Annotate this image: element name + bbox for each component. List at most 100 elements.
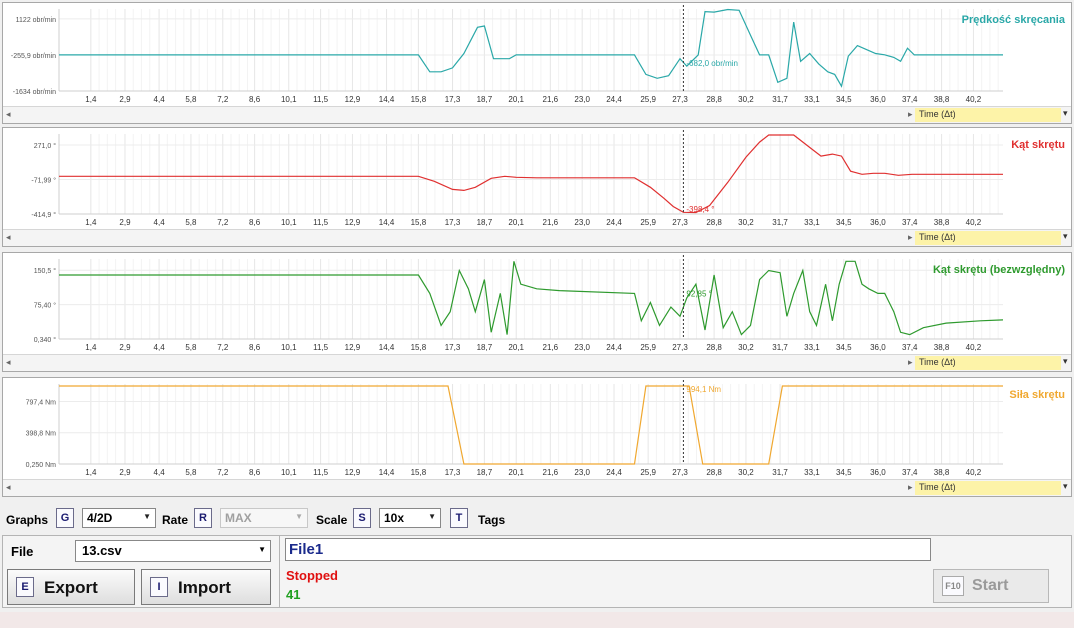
x-tick-label: 27,3 <box>672 343 688 352</box>
export-button-label: Export <box>44 578 98 597</box>
x-tick-label: 33,1 <box>804 218 820 227</box>
chart-scrollbar[interactable]: ◂ ▸ Time (Δt) ▾ <box>3 479 1071 496</box>
x-tick-label: 31,7 <box>772 218 788 227</box>
status-bar <box>0 612 1074 628</box>
x-tick-label: 25,9 <box>640 468 656 477</box>
chevron-down-icon[interactable]: ▾ <box>1063 356 1068 367</box>
tags-shortcut-key[interactable]: T <box>450 508 468 528</box>
file-label: File <box>11 544 34 559</box>
x-tick-label: 37,4 <box>902 218 918 227</box>
chart-scrollbar[interactable]: ◂ ▸ Time (Δt) ▾ <box>3 354 1071 371</box>
x-tick-label: 4,4 <box>154 218 166 227</box>
x-tick-label: 28,8 <box>706 468 722 477</box>
scale-select-value: 10x <box>384 511 405 525</box>
x-tick-label: 1,4 <box>85 468 97 477</box>
x-tick-label: 33,1 <box>804 95 820 104</box>
rate-select[interactable]: MAX ▼ <box>220 508 308 528</box>
x-tick-label: 18,7 <box>477 468 493 477</box>
x-tick-label: 5,8 <box>185 218 197 227</box>
x-tick-label: 40,2 <box>966 218 982 227</box>
x-tick-label: 14,4 <box>379 218 395 227</box>
x-tick-label: 1,4 <box>85 343 97 352</box>
scroll-right-icon[interactable]: ▸ <box>908 109 913 120</box>
x-tick-label: 38,8 <box>934 468 950 477</box>
x-axis-select[interactable]: Time (Δt) <box>915 108 1061 122</box>
x-tick-label: 27,3 <box>672 218 688 227</box>
x-axis-select[interactable]: Time (Δt) <box>915 481 1061 495</box>
start-button[interactable]: F10 Start <box>933 569 1049 603</box>
y-tick-label: 75,40 ° <box>34 302 56 310</box>
graphs-shortcut-key[interactable]: G <box>56 508 74 528</box>
x-tick-label: 17,3 <box>445 95 461 104</box>
x-tick-label: 5,8 <box>185 468 197 477</box>
x-tick-label: 25,9 <box>640 95 656 104</box>
import-button[interactable]: I Import <box>141 569 271 605</box>
status-text: Stopped <box>286 568 338 583</box>
chevron-down-icon[interactable]: ▾ <box>1063 481 1068 492</box>
x-tick-label: 11,5 <box>313 95 329 104</box>
series-line <box>59 260 1004 336</box>
x-tick-label: 1,4 <box>85 95 97 104</box>
x-tick-label: 11,5 <box>313 343 329 352</box>
chart-panel-torque: 1,4 2,9 4,4 5,8 7,2 8,6 10,1 11,5 12,9 14,4 15,8 17… <box>2 377 1072 497</box>
import-button-label: Import <box>178 578 231 597</box>
chart-scrollbar[interactable]: ◂ ▸ Time (Δt) ▾ <box>3 106 1071 123</box>
series-line <box>59 134 1003 214</box>
x-tick-label: 8,6 <box>249 343 261 352</box>
scale-select[interactable]: 10x ▼ <box>379 508 441 528</box>
x-tick-label: 21,6 <box>543 343 559 352</box>
chevron-down-icon[interactable]: ▾ <box>1063 108 1068 119</box>
x-tick-label: 14,4 <box>379 95 395 104</box>
x-tick-label: 38,8 <box>934 95 950 104</box>
scroll-left-icon[interactable]: ◂ <box>6 232 11 243</box>
cursor-value-label: -682,0 obr/min <box>686 59 738 68</box>
x-tick-label: 30,2 <box>738 343 754 352</box>
y-tick-label: 271,0 ° <box>34 142 56 150</box>
x-tick-label: 25,9 <box>640 218 656 227</box>
x-axis-select[interactable]: Time (Δt) <box>915 356 1061 370</box>
graphs-select[interactable]: 4/2D ▼ <box>82 508 156 528</box>
x-tick-label: 7,2 <box>217 343 229 352</box>
x-tick-label: 17,3 <box>445 468 461 477</box>
x-axis-select[interactable]: Time (Δt) <box>915 231 1061 245</box>
series-line <box>59 385 1003 465</box>
scroll-left-icon[interactable]: ◂ <box>6 482 11 493</box>
scroll-right-icon[interactable]: ▸ <box>908 482 913 493</box>
y-tick-label: 797,4 Nm <box>26 399 57 406</box>
chart-panel-absolute-angle: 1,4 2,9 4,4 5,8 7,2 8,6 10,1 11,5 12,9 14,4 15,8 17… <box>2 252 1072 372</box>
x-tick-label: 20,1 <box>508 468 524 477</box>
x-tick-label: 38,8 <box>934 218 950 227</box>
y-tick-label: 0,250 Nm <box>26 462 57 469</box>
scale-shortcut-key[interactable]: S <box>353 508 371 528</box>
x-tick-label: 1,4 <box>85 218 97 227</box>
file-select[interactable]: 13.csv ▼ <box>75 540 271 562</box>
cursor-value-label: 994,1 Nm <box>686 385 721 394</box>
scroll-left-icon[interactable]: ◂ <box>6 109 11 120</box>
x-tick-label: 8,6 <box>249 468 261 477</box>
y-tick-label: 398,8 Nm <box>26 431 57 438</box>
cursor-value-label: 92,85 ° <box>686 290 711 299</box>
rate-shortcut-key[interactable]: R <box>194 508 212 528</box>
export-button[interactable]: E Export <box>7 569 135 605</box>
start-button-label: Start <box>972 577 1009 594</box>
x-tick-label: 30,2 <box>738 218 754 227</box>
export-shortcut-key: E <box>16 577 34 597</box>
x-tick-label: 33,1 <box>804 343 820 352</box>
x-tick-label: 4,4 <box>154 468 166 477</box>
x-tick-label: 11,5 <box>313 218 329 227</box>
x-tick-label: 40,2 <box>966 343 982 352</box>
x-tick-label: 17,3 <box>445 218 461 227</box>
scroll-right-icon[interactable]: ▸ <box>908 357 913 368</box>
x-tick-label: 2,9 <box>119 343 131 352</box>
x-tick-label: 38,8 <box>934 343 950 352</box>
chart-scrollbar[interactable]: ◂ ▸ Time (Δt) ▾ <box>3 229 1071 246</box>
chevron-down-icon[interactable]: ▾ <box>1063 231 1068 242</box>
x-tick-label: 18,7 <box>477 218 493 227</box>
chart-panel-rotation-speed: 1,4 2,9 4,4 5,8 7,2 8,6 10,1 11,5 12,9 14,4 15,8 17… <box>2 2 1072 124</box>
chart-absolute-angle: 1,4 2,9 4,4 5,8 7,2 8,6 10,1 11,5 12,9 14,4 15,8 17… <box>34 255 1065 352</box>
scroll-left-icon[interactable]: ◂ <box>6 357 11 368</box>
scroll-right-icon[interactable]: ▸ <box>908 232 913 243</box>
tags-label[interactable]: Tags <box>478 513 505 527</box>
x-tick-label: 12,9 <box>345 95 361 104</box>
recording-name-field[interactable]: File1 <box>285 538 931 561</box>
